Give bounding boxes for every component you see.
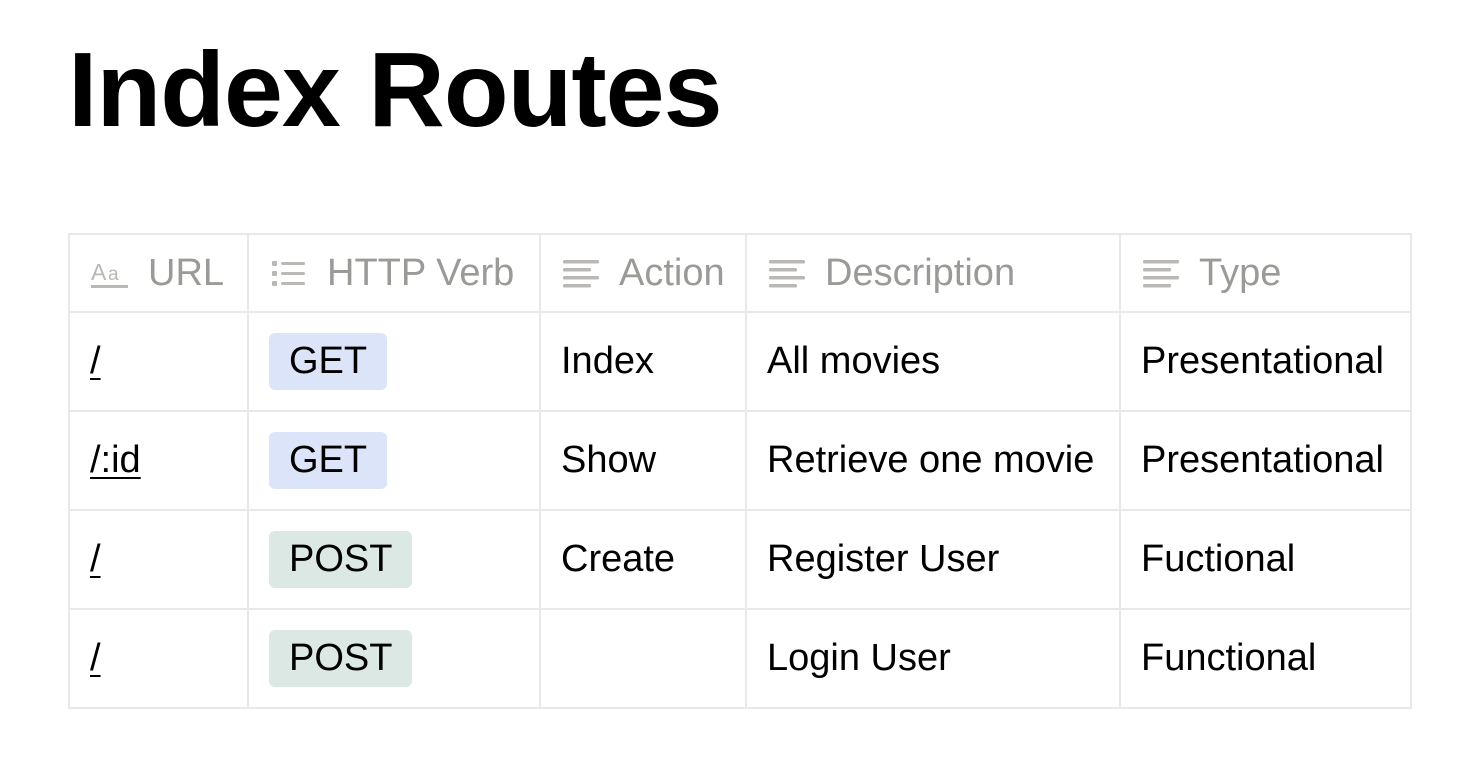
http-verb-tag[interactable]: POST	[269, 630, 413, 687]
http-verb-tag[interactable]: GET	[269, 432, 388, 489]
column-header-label: Type	[1199, 251, 1282, 294]
http-verb-tag[interactable]: POST	[269, 531, 413, 588]
column-header-label: Action	[619, 251, 725, 294]
column-header-url[interactable]: A a URL	[68, 233, 249, 313]
table-header-row: A a URL HTTP Verb Action Description Typ…	[68, 233, 1412, 313]
description-cell[interactable]: All movies	[745, 311, 1121, 412]
text-property-icon	[767, 253, 807, 293]
type-cell[interactable]: Presentational	[1119, 410, 1412, 511]
page-title: Index Routes	[68, 31, 723, 149]
column-header-label: Description	[825, 251, 1016, 294]
routes-table: A a URL HTTP Verb Action Description Typ…	[68, 233, 1412, 709]
url-cell[interactable]: /:id	[68, 410, 249, 511]
url-cell[interactable]: /	[68, 311, 249, 412]
svg-text:A: A	[91, 259, 107, 285]
list-property-icon	[269, 253, 309, 293]
http-verb-cell[interactable]: POST	[247, 608, 541, 709]
type-cell[interactable]: Presentational	[1119, 311, 1412, 412]
text-property-icon	[1141, 253, 1181, 293]
type-cell[interactable]: Functional	[1119, 608, 1412, 709]
url-link[interactable]: /:id	[90, 439, 141, 481]
column-header-label: HTTP Verb	[327, 251, 515, 294]
title-property-icon: A a	[90, 253, 130, 293]
action-cell[interactable]: Index	[539, 311, 747, 412]
http-verb-cell[interactable]: GET	[247, 410, 541, 511]
description-cell[interactable]: Retrieve one movie	[745, 410, 1121, 511]
text-property-icon	[561, 253, 601, 293]
http-verb-tag[interactable]: GET	[269, 333, 388, 390]
http-verb-cell[interactable]: GET	[247, 311, 541, 412]
column-header-label: URL	[148, 251, 225, 294]
column-header-description[interactable]: Description	[745, 233, 1121, 313]
column-header-action[interactable]: Action	[539, 233, 747, 313]
action-cell[interactable]	[539, 608, 747, 709]
column-header-http-verb[interactable]: HTTP Verb	[247, 233, 541, 313]
table-row[interactable]: / POST Login User Functional	[68, 608, 1412, 709]
type-cell[interactable]: Fuctional	[1119, 509, 1412, 610]
column-header-type[interactable]: Type	[1119, 233, 1412, 313]
url-link[interactable]: /	[90, 340, 101, 382]
svg-text:a: a	[108, 264, 119, 285]
table-row[interactable]: / GET Index All movies Presentational	[68, 311, 1412, 412]
url-link[interactable]: /	[90, 538, 101, 580]
action-cell[interactable]: Create	[539, 509, 747, 610]
description-cell[interactable]: Register User	[745, 509, 1121, 610]
url-cell[interactable]: /	[68, 608, 249, 709]
description-cell[interactable]: Login User	[745, 608, 1121, 709]
url-cell[interactable]: /	[68, 509, 249, 610]
action-cell[interactable]: Show	[539, 410, 747, 511]
http-verb-cell[interactable]: POST	[247, 509, 541, 610]
table-row[interactable]: /:id GET Show Retrieve one movie Present…	[68, 410, 1412, 511]
url-link[interactable]: /	[90, 637, 101, 679]
table-row[interactable]: / POST Create Register User Fuctional	[68, 509, 1412, 610]
